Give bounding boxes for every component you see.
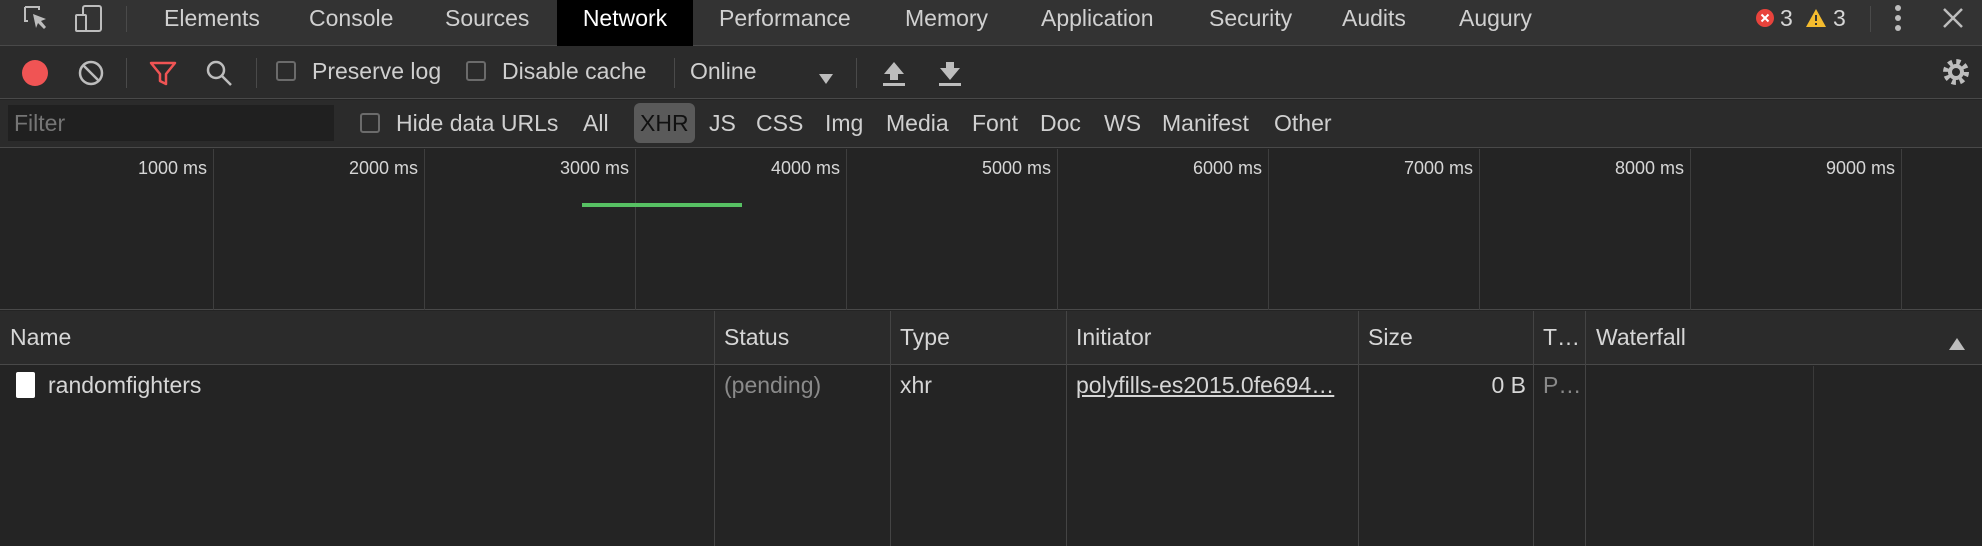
column-header-initiator[interactable]: Initiator	[1076, 324, 1151, 351]
tab-security[interactable]: Security	[1190, 0, 1311, 46]
column-header-time[interactable]: T…	[1543, 324, 1580, 351]
column-divider	[1585, 311, 1586, 546]
column-divider	[1358, 311, 1359, 546]
settings-icon[interactable]	[1940, 56, 1972, 94]
overview-tick-label: 1000 ms	[137, 158, 207, 178]
overview-tick-line	[635, 149, 636, 310]
throttle-value: Online	[690, 58, 757, 84]
tab-console[interactable]: Console	[290, 0, 412, 46]
overview-tick-label: 7000 ms	[1403, 158, 1473, 178]
overview-tick-label: 3000 ms	[559, 158, 629, 178]
inspect-element-icon[interactable]	[18, 0, 54, 36]
overview-tick-label: 6000 ms	[1192, 158, 1262, 178]
overview-tick-line	[424, 149, 425, 310]
type-filter-xhr[interactable]: XHR	[634, 103, 695, 143]
overview-tick-line	[1057, 149, 1058, 310]
overview-tick-label: 9000 ms	[1825, 158, 1895, 178]
export-icon[interactable]	[936, 58, 964, 94]
overview-tick-label: 4000 ms	[770, 158, 840, 178]
type-filter-ws[interactable]: WS	[1104, 103, 1141, 143]
overview-tick-line	[1690, 149, 1691, 310]
request-size: 0 B	[1491, 372, 1526, 398]
hide-data-urls-checkbox[interactable]	[360, 113, 380, 133]
overview-tick-line	[1901, 149, 1902, 310]
type-filter-css[interactable]: CSS	[756, 103, 803, 143]
warning-count[interactable]: 3	[1833, 5, 1846, 32]
column-header-type[interactable]: Type	[900, 324, 950, 351]
tab-augury[interactable]: Augury	[1440, 0, 1551, 46]
close-icon[interactable]	[1937, 0, 1969, 36]
overview-tick-label: 2000 ms	[348, 158, 418, 178]
overview-tick-line	[846, 149, 847, 310]
network-toolbar	[0, 46, 1982, 99]
record-icon[interactable]	[20, 58, 50, 94]
import-icon[interactable]	[880, 58, 908, 94]
overview-tick-line	[1268, 149, 1269, 310]
dropdown-arrow-icon	[818, 64, 834, 91]
tab-performance[interactable]: Performance	[700, 0, 870, 46]
error-count[interactable]: 3	[1780, 5, 1793, 32]
toolbar-separator	[126, 58, 127, 88]
overview-tick-label: 5000 ms	[981, 158, 1051, 178]
tabbar-separator-right	[1870, 6, 1871, 32]
column-header-size[interactable]: Size	[1368, 324, 1413, 351]
toolbar-separator	[674, 58, 675, 88]
tab-memory[interactable]: Memory	[886, 0, 1007, 46]
column-divider	[1533, 311, 1534, 546]
overview-tick-line	[1479, 149, 1480, 310]
warning-icon[interactable]	[1804, 0, 1828, 36]
tab-network[interactable]: Network	[557, 0, 693, 46]
clear-icon[interactable]	[76, 58, 106, 94]
error-icon[interactable]	[1754, 0, 1776, 36]
request-type: xhr	[900, 372, 932, 398]
tabbar-separator	[126, 6, 127, 32]
preserve-log-checkbox[interactable]	[276, 61, 296, 81]
filter-input[interactable]	[8, 105, 334, 141]
filter-icon[interactable]	[148, 58, 178, 94]
overview-tick-label: 8000 ms	[1614, 158, 1684, 178]
type-filter-img[interactable]: Img	[825, 103, 863, 143]
column-header-status[interactable]: Status	[724, 324, 789, 351]
tab-sources[interactable]: Sources	[426, 0, 548, 46]
column-divider	[1066, 311, 1067, 546]
type-filter-media[interactable]: Media	[886, 103, 949, 143]
device-toolbar-icon[interactable]	[70, 0, 106, 36]
overview-request-bar	[582, 203, 742, 207]
type-filter-doc[interactable]: Doc	[1040, 103, 1081, 143]
tab-application[interactable]: Application	[1022, 0, 1173, 46]
document-file-icon	[16, 372, 35, 398]
overview-tick-line	[213, 149, 214, 310]
hide-data-urls-label[interactable]: Hide data URLs	[396, 110, 558, 137]
throttle-select[interactable]: Online	[690, 52, 840, 92]
column-divider	[714, 311, 715, 546]
tab-audits[interactable]: Audits	[1323, 0, 1425, 46]
more-vert-icon[interactable]	[1882, 0, 1914, 36]
column-divider	[890, 311, 891, 546]
table-row[interactable]: randomfighters (pending) xhr polyfills-e…	[0, 366, 1982, 406]
request-name[interactable]: randomfighters	[48, 372, 201, 399]
disable-cache-label[interactable]: Disable cache	[502, 58, 646, 85]
column-header-waterfall[interactable]: Waterfall	[1596, 324, 1686, 351]
tab-elements[interactable]: Elements	[140, 0, 284, 46]
sort-ascending-icon[interactable]	[1948, 330, 1966, 357]
toolbar-separator	[256, 58, 257, 88]
type-filter-all[interactable]: All	[583, 103, 609, 143]
disable-cache-checkbox[interactable]	[466, 61, 486, 81]
type-filter-font[interactable]: Font	[972, 103, 1018, 143]
toolbar-separator	[856, 58, 857, 88]
request-initiator-link[interactable]: polyfills-es2015.0fe694…	[1076, 372, 1350, 399]
search-icon[interactable]	[204, 58, 234, 94]
column-header-name[interactable]: Name	[10, 324, 71, 351]
type-filter-other[interactable]: Other	[1274, 103, 1332, 143]
request-time: P…	[1543, 372, 1582, 398]
preserve-log-label[interactable]: Preserve log	[312, 58, 441, 85]
type-filter-js[interactable]: JS	[709, 103, 736, 143]
type-filter-manifest[interactable]: Manifest	[1162, 103, 1249, 143]
request-status: (pending)	[724, 372, 822, 398]
